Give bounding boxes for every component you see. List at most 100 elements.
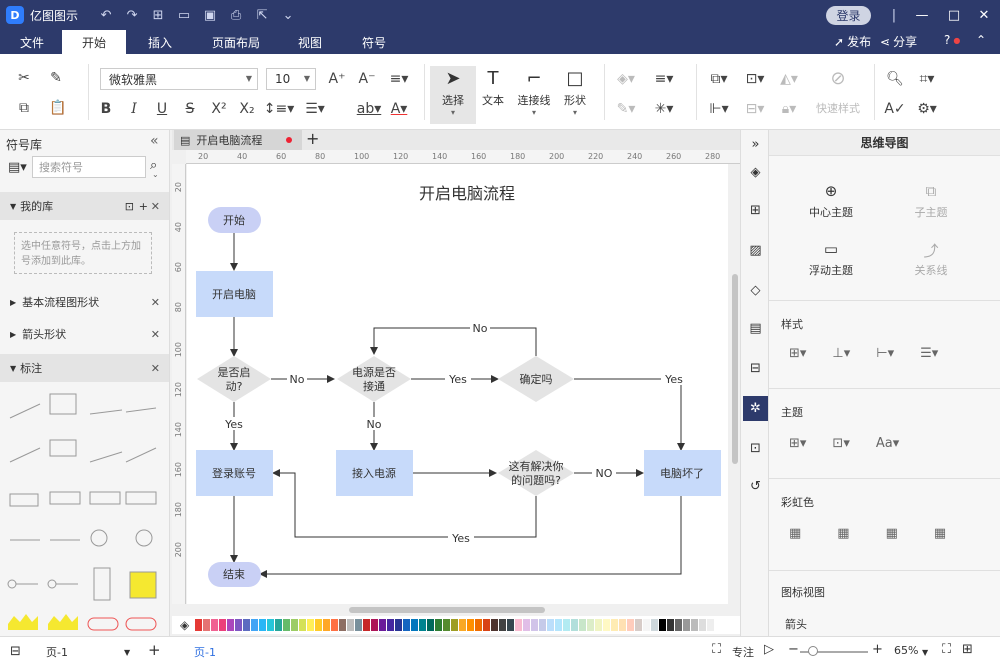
shape-tool-button[interactable]: □ 形状 ▾ <box>552 68 598 117</box>
focus-label[interactable]: 专注 <box>732 644 754 660</box>
subscript-icon[interactable]: X₂ <box>236 98 258 120</box>
color-swatch[interactable] <box>491 619 499 631</box>
size-icon[interactable]: ⊟▾ <box>742 98 768 120</box>
line-style-icon[interactable]: ≡▾ <box>650 68 678 90</box>
color-swatch[interactable] <box>195 619 203 631</box>
color-swatch[interactable] <box>579 619 587 631</box>
color-swatch[interactable] <box>555 619 563 631</box>
history-icon[interactable]: ↺ <box>743 474 768 499</box>
color-swatch[interactable] <box>563 619 571 631</box>
color-swatch[interactable] <box>211 619 219 631</box>
color-swatch[interactable] <box>259 619 267 631</box>
color-swatch[interactable] <box>659 619 667 631</box>
grow-font-icon[interactable]: A⁺ <box>326 68 348 90</box>
page-icon[interactable]: ▤ <box>743 316 768 341</box>
rainbow-option-icon[interactable]: ▦ <box>789 526 801 541</box>
color-swatch[interactable] <box>475 619 483 631</box>
flip-icon[interactable]: ◭▾ <box>776 68 802 90</box>
color-swatch[interactable] <box>459 619 467 631</box>
help-button[interactable]: ? ● <box>944 33 960 47</box>
fit-page-icon[interactable]: ⛶ <box>942 642 951 657</box>
my-library-header[interactable]: ▼ 我的库 ⊡ + ✕ <box>0 192 169 220</box>
theme-frame-icon[interactable]: ⊡▾ <box>832 436 849 451</box>
color-swatch[interactable] <box>435 619 443 631</box>
fill-bucket-icon[interactable]: ◈ <box>180 618 189 632</box>
strikethrough-icon[interactable]: S <box>180 98 200 120</box>
zoom-in-icon[interactable]: + <box>872 642 883 657</box>
close-icon[interactable]: ✕ <box>151 328 160 341</box>
color-swatch[interactable] <box>379 619 387 631</box>
tab-symbol[interactable]: 符号 <box>352 30 396 54</box>
color-swatch[interactable] <box>243 619 251 631</box>
connector-tool-button[interactable]: ⌐ 连接线 ▾ <box>511 68 557 117</box>
color-swatch[interactable] <box>443 619 451 631</box>
library-menu-icon[interactable]: ▤▾ <box>8 160 27 175</box>
color-swatch[interactable] <box>427 619 435 631</box>
color-swatch[interactable] <box>387 619 395 631</box>
color-swatch[interactable] <box>331 619 339 631</box>
fullscreen-icon[interactable]: ⊞ <box>962 642 973 657</box>
color-swatch[interactable] <box>371 619 379 631</box>
font-family-select[interactable]: 微软雅黑 ▼ <box>100 68 258 90</box>
theme-grid-icon[interactable]: ⊞▾ <box>789 436 806 451</box>
rainbow-option-icon[interactable]: ▦ <box>934 526 946 541</box>
text-tool-button[interactable]: T 文本 <box>470 68 516 108</box>
font-size-select[interactable]: 10 ▼ <box>266 68 316 90</box>
color-swatch[interactable] <box>419 619 427 631</box>
color-swatch[interactable] <box>355 619 363 631</box>
color-swatch[interactable] <box>531 619 539 631</box>
paste-icon[interactable]: 📋 <box>46 98 70 118</box>
color-swatch[interactable] <box>715 619 723 631</box>
line-spacing-icon[interactable]: ↕≡▾ <box>264 98 295 120</box>
add-page-icon[interactable]: + <box>148 641 161 659</box>
group-icon[interactable]: ⊡▾ <box>742 68 768 90</box>
tab-file[interactable]: 文件 <box>8 30 56 54</box>
open-icon[interactable]: ▭ <box>174 5 194 25</box>
new-icon[interactable]: ⊞ <box>148 5 168 25</box>
page-select[interactable]: 页-1 ▼ <box>46 644 132 660</box>
scroll-thumb[interactable] <box>732 274 738 464</box>
distribute-icon[interactable]: ⊩▾ <box>706 98 732 120</box>
color-swatch[interactable] <box>251 619 259 631</box>
export-icon[interactable]: ⇱ <box>252 5 272 25</box>
find-icon[interactable]: 🔍︎ <box>884 68 906 90</box>
format-painter-icon[interactable]: ✎ <box>46 68 66 88</box>
line-color-icon[interactable]: ✎▾ <box>614 98 638 120</box>
minimize-icon[interactable]: — <box>912 5 932 25</box>
color-swatch[interactable] <box>651 619 659 631</box>
sub-topic-button[interactable]: ⧉ 子主题 <box>891 182 971 220</box>
ribbon-collapse-icon[interactable]: ⌃ <box>976 33 986 47</box>
color-swatch[interactable] <box>219 619 227 631</box>
floating-topic-button[interactable]: ▭ 浮动主题 <box>791 240 871 278</box>
tab-home[interactable]: 开始 <box>62 30 126 54</box>
save-icon[interactable]: ▣ <box>200 5 220 25</box>
data-icon[interactable]: ⊟ <box>743 356 768 381</box>
shrink-font-icon[interactable]: A⁻ <box>356 68 378 90</box>
italic-icon[interactable]: I <box>124 98 144 120</box>
color-swatch[interactable] <box>499 619 507 631</box>
color-swatch[interactable] <box>683 619 691 631</box>
color-swatch[interactable] <box>267 619 275 631</box>
color-swatch[interactable] <box>619 619 627 631</box>
import-icon[interactable]: ⊡ <box>125 200 134 213</box>
color-swatch[interactable] <box>203 619 211 631</box>
color-swatch[interactable] <box>395 619 403 631</box>
dropdown-icon[interactable]: ▼ <box>922 648 928 657</box>
collapse-left-icon[interactable]: « <box>150 133 159 149</box>
close-icon[interactable]: ✕ <box>151 296 160 309</box>
color-swatch[interactable] <box>603 619 611 631</box>
more-icon[interactable]: ⌄ <box>278 5 298 25</box>
color-swatch[interactable] <box>483 619 491 631</box>
color-swatch[interactable] <box>523 619 531 631</box>
fill-icon[interactable]: ◈▾ <box>614 68 638 90</box>
lock-icon[interactable]: 🔒︎▾ <box>776 98 802 120</box>
color-swatch[interactable] <box>515 619 523 631</box>
close-icon[interactable]: ✕ <box>974 5 994 25</box>
document-tab[interactable]: ▤ 开启电脑流程 <box>174 130 302 150</box>
vertical-scrollbar[interactable] <box>730 164 740 604</box>
color-swatch[interactable] <box>539 619 547 631</box>
color-swatch[interactable] <box>699 619 707 631</box>
theme-font-icon[interactable]: Aa▾ <box>876 436 899 451</box>
color-swatch[interactable] <box>691 619 699 631</box>
library-section-arrows[interactable]: ▶ 箭头形状 ✕ <box>0 320 169 348</box>
